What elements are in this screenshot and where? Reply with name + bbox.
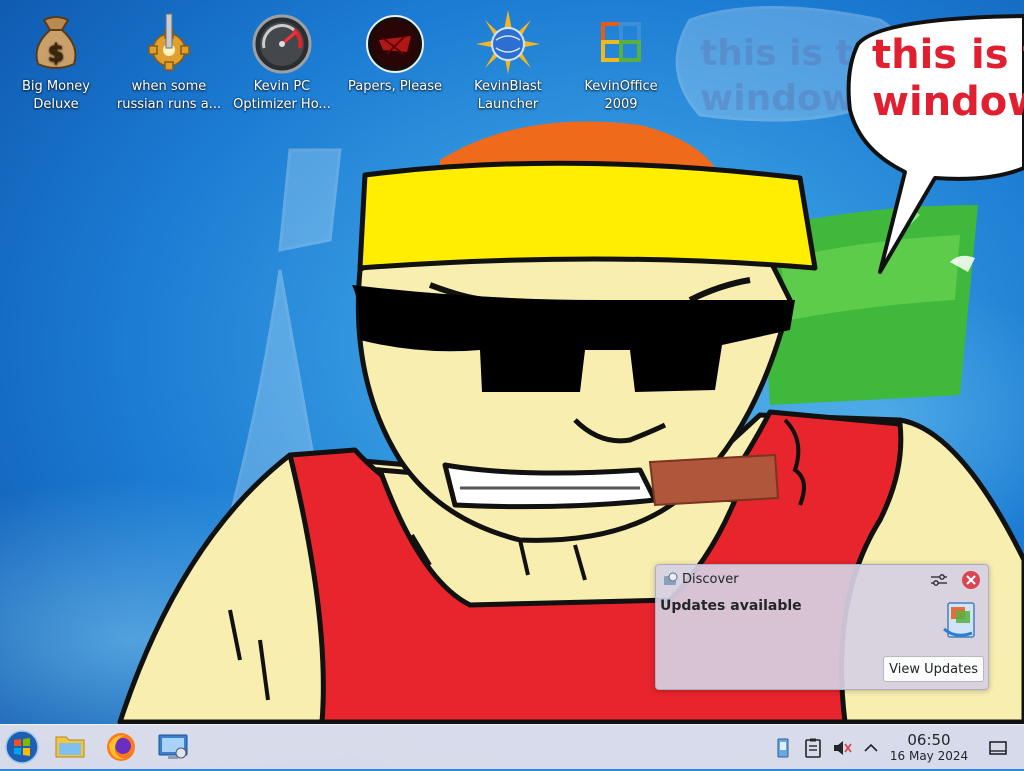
desktop-icon-kevin-pc-optimizer[interactable]: Kevin PC Optimizer Ho... xyxy=(226,6,338,116)
desktop-icon-big-money-deluxe[interactable]: $ Big Money Deluxe xyxy=(0,6,112,116)
gear-icon xyxy=(148,13,190,71)
office-logo-icon xyxy=(601,22,641,62)
speedometer-icon xyxy=(252,14,312,74)
notification-app-name: Discover xyxy=(682,572,739,587)
start-menu-button[interactable] xyxy=(2,727,42,767)
desktop-icon-label: Big Money Deluxe xyxy=(21,79,90,112)
expand-tray-arrow-icon[interactable] xyxy=(860,737,882,759)
desktop-icon-label: KevinBlast Launcher xyxy=(474,79,542,112)
file-manager-button[interactable] xyxy=(50,727,90,767)
desktop-icon-label: Papers, Please xyxy=(347,79,443,94)
digital-clock[interactable]: 06:50 16 May 2024 xyxy=(884,731,974,764)
desktop-icon-label: Kevin PC Optimizer Ho... xyxy=(233,79,331,112)
file-manager-icon xyxy=(55,736,85,758)
svg-text:this is t: this is t xyxy=(872,32,1024,78)
discover-icon xyxy=(664,572,678,585)
show-desktop-icon[interactable] xyxy=(987,737,1009,759)
svg-text:$: $ xyxy=(48,39,65,67)
notification-summary: Updates available xyxy=(660,598,802,614)
desktop-icon-russian-game[interactable]: when some russian runs a... xyxy=(113,6,225,116)
start-menu-icon xyxy=(5,730,39,764)
system-settings-icon xyxy=(158,734,188,759)
view-updates-button[interactable]: View Updates xyxy=(883,656,984,682)
notification-popup[interactable]: Discover Updates available View Updates xyxy=(655,564,989,690)
update-package-icon xyxy=(943,602,975,638)
svg-text:window: window xyxy=(872,79,1024,125)
speech-bubble-text: this is t window xyxy=(872,32,1024,125)
desktop-icon-label: KevinOffice 2009 xyxy=(584,79,658,112)
desktop-icon-kevinoffice-2009[interactable]: KevinOffice 2009 xyxy=(565,6,677,116)
close-icon[interactable] xyxy=(961,570,981,590)
firefox-button[interactable] xyxy=(101,727,141,767)
firefox-icon xyxy=(107,733,135,761)
clipboard-icon[interactable] xyxy=(802,737,824,759)
volume-muted-icon[interactable] xyxy=(831,737,853,759)
papers-please-icon xyxy=(366,15,424,73)
sunburst-globe-icon xyxy=(476,10,540,74)
desktop-icon-label: when some russian runs a... xyxy=(116,79,222,112)
clipboard-update-icon[interactable] xyxy=(772,737,794,759)
money-bag-icon: $ xyxy=(35,16,77,69)
notification-header: Discover xyxy=(660,569,984,591)
taskbar: 06:50 16 May 2024 xyxy=(0,724,1024,769)
configure-icon[interactable] xyxy=(930,572,948,588)
system-settings-button[interactable] xyxy=(153,727,193,767)
clock-date: 16 May 2024 xyxy=(889,749,969,763)
desktop-icon-papers-please[interactable]: Papers, Please xyxy=(339,6,451,116)
clock-time: 06:50 xyxy=(907,731,951,749)
desktop-icon-kevinblast-launcher[interactable]: KevinBlast Launcher xyxy=(452,6,564,116)
